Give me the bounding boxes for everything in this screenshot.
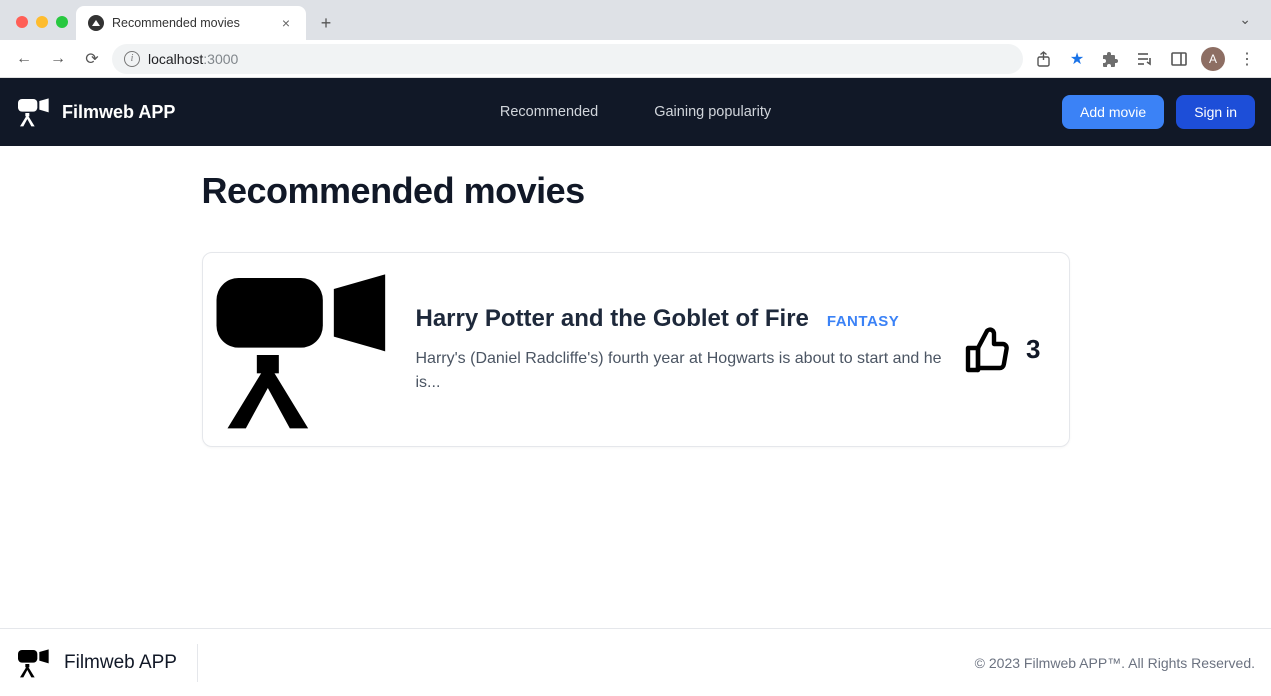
add-movie-button[interactable]: Add movie xyxy=(1062,95,1164,129)
logo-camera-icon xyxy=(16,97,52,127)
movie-card: Harry Potter and the Goblet of Fire FANT… xyxy=(202,252,1070,447)
extensions-icon[interactable] xyxy=(1097,45,1125,73)
thumbs-up-icon[interactable] xyxy=(964,326,1012,374)
footer-copyright: © 2023 Filmweb APP™. All Rights Reserved… xyxy=(975,655,1255,671)
movie-genre-badge: FANTASY xyxy=(827,313,899,330)
window-minimize-button[interactable] xyxy=(36,16,48,28)
app-footer: Filmweb APP © 2023 Filmweb APP™. All Rig… xyxy=(0,628,1271,696)
sign-in-button[interactable]: Sign in xyxy=(1176,95,1255,129)
side-panel-icon[interactable] xyxy=(1165,45,1193,73)
address-text: localhost:3000 xyxy=(148,51,238,67)
share-icon[interactable] xyxy=(1029,45,1057,73)
app-header: Filmweb APP Recommended Gaining populari… xyxy=(0,78,1271,146)
reading-list-icon[interactable] xyxy=(1131,45,1159,73)
browser-toolbar: ← → ⟳ i localhost:3000 ★ A ⋮ xyxy=(0,40,1271,78)
footer-brand-title: Filmweb APP xyxy=(64,652,177,674)
new-tab-button[interactable]: + xyxy=(312,9,340,37)
browser-tab-bar: Recommended movies × + ⌄ xyxy=(0,0,1271,40)
tabs-dropdown-button[interactable]: ⌄ xyxy=(1231,7,1259,32)
brand[interactable]: Filmweb APP xyxy=(16,97,175,127)
bookmark-star-icon[interactable]: ★ xyxy=(1063,45,1091,73)
window-close-button[interactable] xyxy=(16,16,28,28)
like-count: 3 xyxy=(1026,334,1040,365)
window-maximize-button[interactable] xyxy=(56,16,68,28)
address-bar[interactable]: i localhost:3000 xyxy=(112,44,1023,74)
camera-icon xyxy=(207,267,402,432)
back-button[interactable]: ← xyxy=(10,45,38,73)
movie-poster-placeholder xyxy=(207,267,402,432)
nav-gaining-popularity[interactable]: Gaining popularity xyxy=(654,104,771,120)
window-controls xyxy=(12,16,76,40)
forward-button[interactable]: → xyxy=(44,45,72,73)
brand-title: Filmweb APP xyxy=(62,102,175,123)
browser-tab[interactable]: Recommended movies × xyxy=(76,6,306,40)
nav-recommended[interactable]: Recommended xyxy=(500,104,598,120)
tab-title: Recommended movies xyxy=(112,16,270,30)
tab-favicon-icon xyxy=(88,15,104,31)
nav-links: Recommended Gaining popularity xyxy=(500,104,771,120)
browser-menu-icon[interactable]: ⋮ xyxy=(1233,45,1261,73)
footer-brand[interactable]: Filmweb APP xyxy=(16,644,198,682)
page-title: Recommended movies xyxy=(202,170,1070,212)
profile-avatar[interactable]: A xyxy=(1199,45,1227,73)
footer-logo-camera-icon xyxy=(16,648,52,678)
movie-title[interactable]: Harry Potter and the Goblet of Fire xyxy=(416,305,809,333)
tab-close-button[interactable]: × xyxy=(278,15,294,31)
reload-button[interactable]: ⟳ xyxy=(78,45,106,73)
movie-description: Harry's (Daniel Radcliffe's) fourth year… xyxy=(416,347,951,395)
site-info-icon[interactable]: i xyxy=(124,51,140,67)
